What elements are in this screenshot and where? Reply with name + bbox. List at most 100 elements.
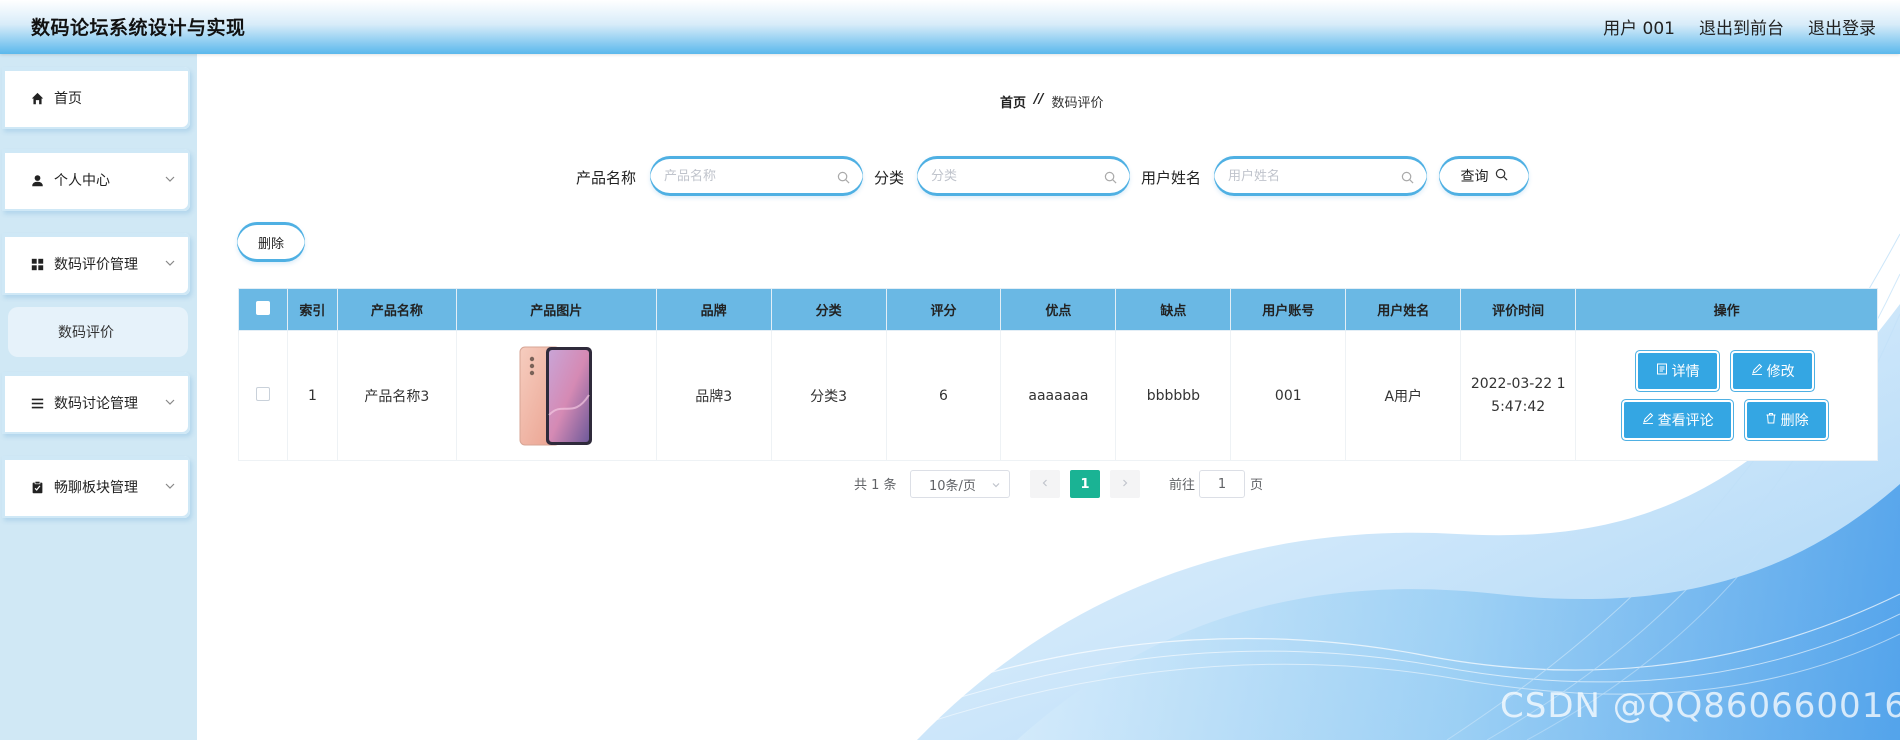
table-row: 1 产品名称3 品牌3 分类3 6 aaaaaaa bbbbbb 001 A用户… [238,330,1878,461]
logout-link[interactable]: 退出登录 [1808,14,1876,39]
column-header: 分类 [770,288,887,331]
current-user-link[interactable]: 用户 001 [1603,14,1675,39]
chevron-down-icon [164,480,178,494]
pagination-total: 共 1 条 [854,478,897,493]
category-label: 分类 [874,169,905,187]
edit-button-label: 修改 [1766,364,1795,380]
chevron-down-icon [164,257,178,271]
batch-delete-button[interactable]: 删除 [237,222,305,262]
clipboard-icon [30,480,44,494]
chevron-right-icon [1120,477,1130,492]
edit-icon [1751,363,1763,379]
grid-icon [30,257,44,271]
cell-cons: bbbbbb [1115,330,1232,461]
product-name-field[interactable] [650,156,863,196]
breadcrumb-home[interactable]: 首页 [1000,92,1026,111]
search-icon [1495,168,1508,185]
query-button[interactable]: 查询 [1439,156,1529,196]
sidebar-item-review-management[interactable]: 数码评价管理 [2,233,190,295]
exit-to-front-link[interactable]: 退出到前台 [1699,14,1784,39]
sidebar-item-label: 个人中心 [54,173,110,189]
sidebar-item-personal-center[interactable]: 个人中心 [2,149,190,211]
column-header: 用户账号 [1230,288,1347,331]
watermark: CSDN @QQ860660016 [1500,686,1900,726]
select-all-cell [238,288,288,331]
cell-index: 1 [286,330,338,461]
query-button-label: 查询 [1460,169,1489,185]
page-size-value: 10条/页 [929,478,976,494]
cell-account: 001 [1230,330,1347,461]
category-field[interactable] [917,156,1130,196]
product-name-label: 产品名称 [576,169,637,187]
page-suffix: 页 [1250,478,1264,493]
chevron-down-icon [991,479,1001,494]
review-time-line1: 2022-03-22 1 [1470,375,1566,392]
cell-score: 6 [885,330,1002,461]
column-header: 评分 [885,288,1002,331]
list-icon [30,396,44,410]
select-all-checkbox[interactable] [255,300,270,315]
view-comments-button[interactable]: 查看评论 [1624,402,1732,438]
sidebar-item-label: 数码讨论管理 [54,396,138,412]
sidebar: 首页 个人中心 数码评价管理 数码评价 数码讨论管理 畅聊板块管理 [0,54,197,740]
chevron-left-icon [1040,477,1050,492]
table-header-row: 索引 产品名称 产品图片 品牌 分类 评分 优点 缺点 用户账号 用户姓名 评价… [238,288,1878,331]
column-header: 用户姓名 [1345,288,1462,331]
column-header: 缺点 [1115,288,1232,331]
sidebar-item-discussion-management[interactable]: 数码讨论管理 [2,372,190,434]
cell-product: 产品名称3 [336,330,457,461]
cell-actions: 详情 修改 查看评论 删除 [1575,330,1878,461]
product-name-input[interactable] [664,168,814,184]
edit-icon [1642,412,1654,428]
username-input[interactable] [1228,168,1378,184]
row-checkbox[interactable] [255,386,270,401]
delete-button[interactable]: 删除 [1747,402,1827,438]
username-field[interactable] [1214,156,1427,196]
search-icon [1401,169,1415,184]
app-title: 数码论坛系统设计与实现 [31,17,246,39]
page-number-button[interactable]: 1 [1070,470,1100,498]
review-time-line2: 5:47:42 [1491,398,1546,415]
next-page-button[interactable] [1110,470,1140,498]
username-label: 用户姓名 [1141,169,1202,187]
prev-page-button[interactable] [1030,470,1060,498]
sidebar-subitem-review[interactable]: 数码评价 [8,307,188,357]
sidebar-item-label: 首页 [54,91,82,107]
breadcrumb-separator: // [1034,92,1044,107]
breadcrumb-current: 数码评价 [1051,96,1104,111]
cell-category: 分类3 [770,330,887,461]
breadcrumb: 首页 // 数码评价 [1000,92,1104,111]
edit-button[interactable]: 修改 [1733,353,1813,389]
top-header: 数码论坛系统设计与实现 用户 001 退出到前台 退出登录 [0,0,1900,54]
chevron-down-icon [164,173,178,187]
chevron-down-icon [164,396,178,410]
batch-delete-label: 删除 [257,236,284,252]
search-icon [1104,169,1118,184]
view-comments-label: 查看评论 [1657,413,1714,429]
category-input[interactable] [931,168,1081,184]
column-header: 评价时间 [1460,288,1577,331]
column-header: 索引 [286,288,338,331]
cell-product-image [455,330,657,461]
document-icon [1656,363,1668,379]
cell-brand: 品牌3 [655,330,772,461]
sidebar-item-home[interactable]: 首页 [2,67,190,129]
detail-button-label: 详情 [1671,364,1700,380]
column-header: 品牌 [655,288,772,331]
product-image[interactable] [518,345,594,447]
delete-button-label: 删除 [1780,413,1809,429]
sidebar-item-chat-management[interactable]: 畅聊板块管理 [2,456,190,518]
page-size-select[interactable]: 10条/页 [910,470,1010,498]
trash-icon [1765,412,1777,428]
detail-button[interactable]: 详情 [1638,353,1718,389]
column-header: 产品名称 [336,288,457,331]
row-select-cell [238,330,288,461]
review-table: 索引 产品名称 产品图片 品牌 分类 评分 优点 缺点 用户账号 用户姓名 评价… [238,288,1878,461]
column-header: 产品图片 [455,288,657,331]
sidebar-subitem-label: 数码评价 [58,325,114,341]
cell-username: A用户 [1345,330,1462,461]
header-actions: 用户 001 退出到前台 退出登录 [1603,14,1876,39]
column-header: 操作 [1575,288,1878,331]
goto-label: 前往 [1169,478,1196,493]
goto-page-input[interactable]: 1 [1199,470,1245,498]
